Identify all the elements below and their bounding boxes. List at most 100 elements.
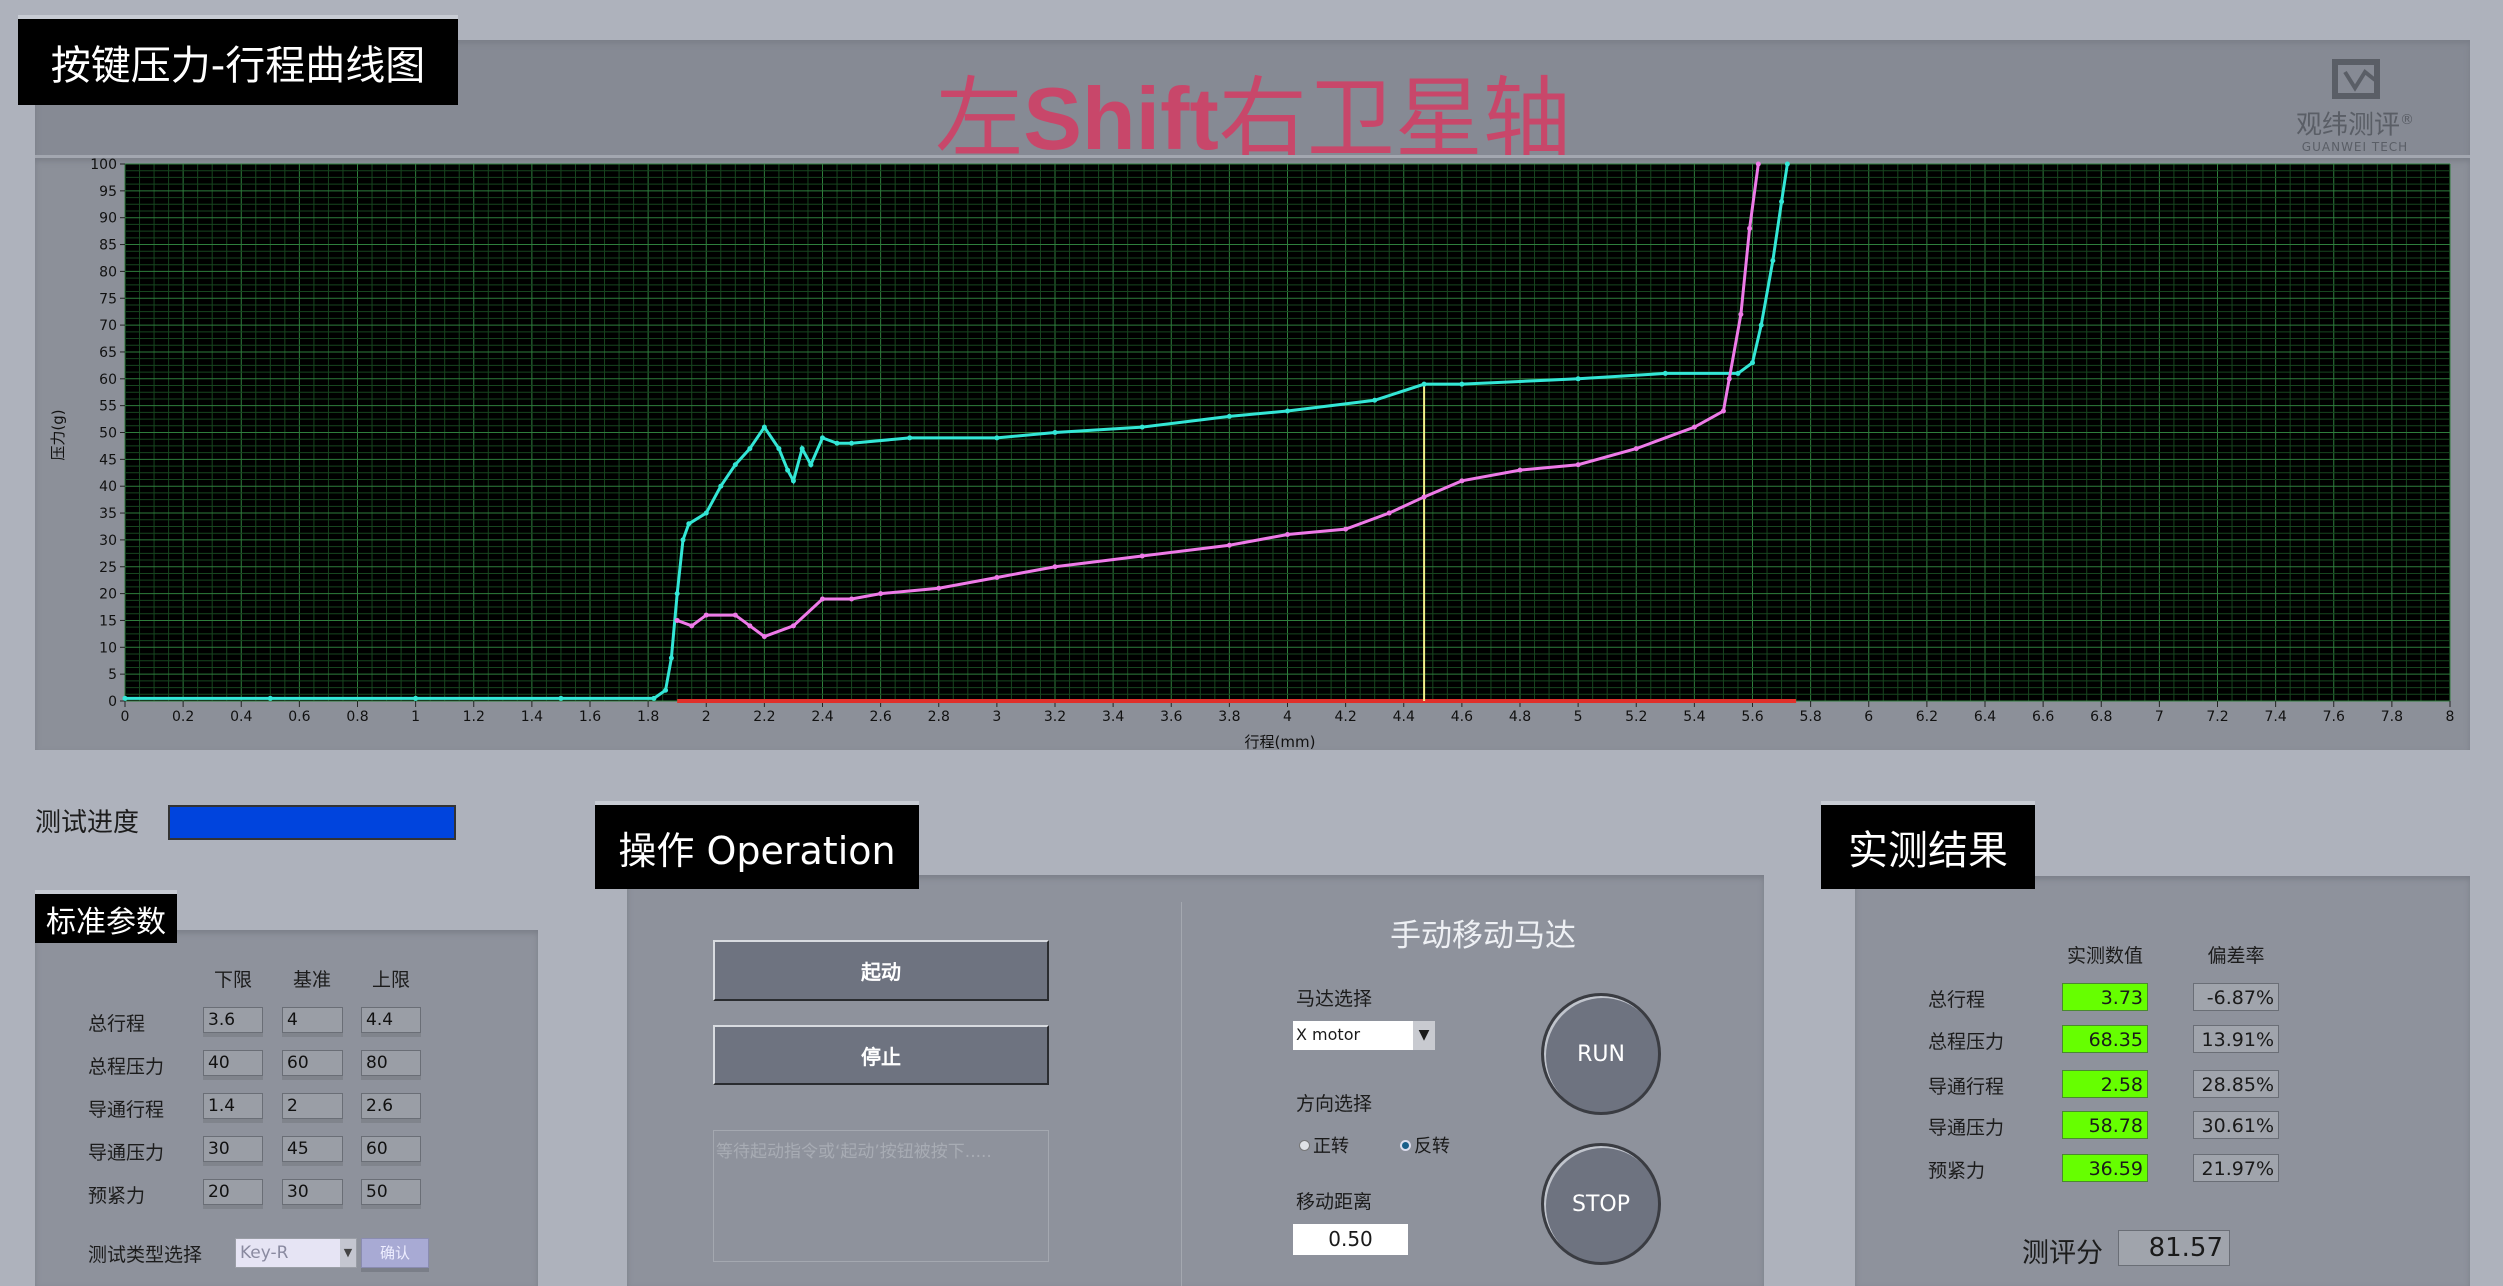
data-point-press bbox=[747, 446, 752, 451]
param-input[interactable]: 80 bbox=[361, 1050, 421, 1076]
score-value: 81.57 bbox=[2118, 1230, 2230, 1266]
x-tick-label: 1.6 bbox=[579, 709, 601, 725]
y-tick-label: 35 bbox=[99, 506, 117, 522]
x-tick-label: 4.8 bbox=[1509, 709, 1531, 725]
x-tick-label: 1 bbox=[411, 709, 420, 725]
radio-reverse[interactable]: 反转 bbox=[1400, 1132, 1450, 1158]
pressure-travel-chart: 0510152025303540455055606570758085909510… bbox=[35, 155, 2470, 750]
param-row-label: 预紧力 bbox=[88, 1181, 145, 1208]
data-point-release bbox=[1518, 468, 1523, 473]
data-point-press bbox=[994, 435, 999, 440]
data-point-press bbox=[820, 435, 825, 440]
title-part-bold: Shift bbox=[1023, 69, 1219, 168]
x-tick-label: 4.6 bbox=[1451, 709, 1473, 725]
x-tick-label: 2.6 bbox=[869, 709, 891, 725]
start-button[interactable]: 起动 bbox=[713, 940, 1049, 1001]
data-point-release bbox=[1721, 409, 1726, 414]
data-point-press bbox=[1663, 371, 1668, 376]
y-tick-label: 85 bbox=[99, 238, 117, 254]
y-tick-label: 80 bbox=[99, 264, 117, 280]
y-tick-label: 65 bbox=[99, 345, 117, 361]
y-tick-label: 30 bbox=[99, 533, 117, 549]
data-point-release bbox=[1727, 376, 1732, 381]
x-tick-label: 8 bbox=[2446, 709, 2455, 725]
x-tick-label: 0.6 bbox=[288, 709, 310, 725]
y-tick-label: 40 bbox=[99, 479, 117, 495]
param-input[interactable]: 40 bbox=[203, 1050, 263, 1076]
param-input[interactable]: 2 bbox=[282, 1093, 343, 1119]
data-point-release bbox=[704, 613, 709, 618]
y-tick-label: 70 bbox=[99, 318, 117, 334]
result-row-label: 预紧力 bbox=[1928, 1156, 1985, 1183]
param-input[interactable]: 3.6 bbox=[203, 1007, 263, 1033]
chevron-down-icon: ▼ bbox=[1413, 1021, 1435, 1050]
data-point-release bbox=[747, 623, 752, 628]
radio-reverse-label: 反转 bbox=[1414, 1132, 1450, 1158]
x-tick-label: 6.8 bbox=[2090, 709, 2112, 725]
param-input[interactable]: 1.4 bbox=[203, 1093, 263, 1119]
operation-title: 操作 Operation bbox=[595, 805, 919, 889]
x-tick-label: 2 bbox=[702, 709, 711, 725]
param-input[interactable]: 20 bbox=[203, 1179, 263, 1205]
data-point-press bbox=[663, 688, 668, 693]
data-point-release bbox=[1387, 511, 1392, 516]
distance-label: 移动距离 bbox=[1296, 1187, 1372, 1214]
param-input[interactable]: 30 bbox=[282, 1179, 343, 1205]
test-type-label: 测试类型选择 bbox=[88, 1240, 202, 1267]
distance-input[interactable]: 0.50 bbox=[1293, 1224, 1408, 1255]
result-row-label: 总行程 bbox=[1928, 985, 1985, 1012]
logo-reg: ® bbox=[2400, 112, 2414, 128]
y-tick-label: 0 bbox=[108, 694, 117, 710]
param-input[interactable]: 2.6 bbox=[361, 1093, 421, 1119]
x-tick-label: 7.2 bbox=[2206, 709, 2228, 725]
data-point-press bbox=[1759, 323, 1764, 328]
run-button[interactable]: RUN bbox=[1541, 993, 1661, 1115]
data-point-release bbox=[849, 596, 854, 601]
confirm-button[interactable]: 确认 bbox=[361, 1238, 429, 1268]
param-input[interactable]: 50 bbox=[361, 1179, 421, 1205]
x-tick-label: 3.8 bbox=[1218, 709, 1240, 725]
data-point-press bbox=[1140, 425, 1145, 430]
status-textarea[interactable]: 等待起动指令或‘起动’按钮被按下..... bbox=[713, 1130, 1049, 1262]
data-point-press bbox=[718, 484, 723, 489]
results-header-dev: 偏差率 bbox=[2193, 941, 2279, 968]
y-tick-label: 5 bbox=[108, 667, 117, 683]
data-point-press bbox=[669, 656, 674, 661]
y-tick-label: 45 bbox=[99, 452, 117, 468]
radio-forward[interactable]: 正转 bbox=[1299, 1132, 1349, 1158]
motor-stop-button[interactable]: STOP bbox=[1541, 1143, 1661, 1265]
param-input[interactable]: 4 bbox=[282, 1007, 343, 1033]
data-point-release bbox=[733, 613, 738, 618]
param-row-label: 导通行程 bbox=[88, 1095, 164, 1122]
motor-select-value: X motor bbox=[1296, 1025, 1360, 1044]
param-row-label: 总行程 bbox=[88, 1009, 145, 1036]
data-point-release bbox=[820, 596, 825, 601]
radio-selected-icon bbox=[1400, 1140, 1411, 1151]
result-deviation: 21.97% bbox=[2193, 1154, 2279, 1182]
data-point-press bbox=[1770, 258, 1775, 263]
x-tick-label: 0.8 bbox=[346, 709, 368, 725]
motor-select-label: 马达选择 bbox=[1296, 984, 1372, 1011]
chart-grid bbox=[125, 164, 2450, 701]
param-input[interactable]: 4.4 bbox=[361, 1007, 421, 1033]
param-input[interactable]: 45 bbox=[282, 1136, 343, 1162]
y-tick-label: 75 bbox=[99, 291, 117, 307]
param-input[interactable]: 30 bbox=[203, 1136, 263, 1162]
x-tick-label: 4.4 bbox=[1393, 709, 1415, 725]
data-point-release bbox=[762, 634, 767, 639]
stop-button[interactable]: 停止 bbox=[713, 1025, 1049, 1085]
score-label: 测评分 bbox=[2022, 1231, 2103, 1270]
data-point-release bbox=[1343, 527, 1348, 532]
result-deviation: -6.87% bbox=[2193, 983, 2279, 1011]
results-header-value: 实测数值 bbox=[2062, 941, 2148, 968]
param-input[interactable]: 60 bbox=[361, 1136, 421, 1162]
data-point-release bbox=[1227, 543, 1232, 548]
motor-select[interactable]: X motor ▼ bbox=[1293, 1021, 1435, 1050]
x-tick-label: 6.2 bbox=[1916, 709, 1938, 725]
param-input[interactable]: 60 bbox=[282, 1050, 343, 1076]
test-type-select[interactable]: Key-R▼ bbox=[235, 1238, 357, 1268]
x-tick-label: 1.8 bbox=[637, 709, 659, 725]
data-point-release bbox=[994, 575, 999, 580]
data-point-press bbox=[558, 696, 563, 701]
x-tick-label: 5.6 bbox=[1741, 709, 1763, 725]
